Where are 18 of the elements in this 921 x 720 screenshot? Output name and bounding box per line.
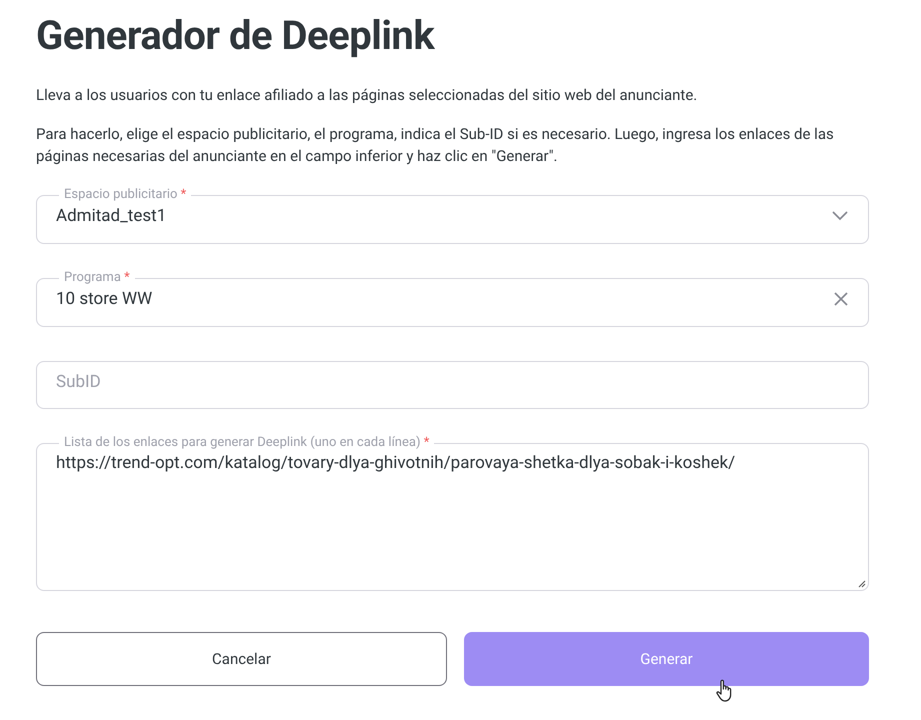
textarea-field[interactable]: Lista de los enlaces para generar Deeplink (uno en cada línea) * https://trend-opt.com/katalog/tovary-dlya-ghivotnih/parovaya-shetka-dlya-sobak-i-koshek/ [36,436,869,591]
page-title: Generador de Deeplink [36,14,436,58]
close-icon[interactable] [833,291,849,307]
description-text: Para hacerlo, elige el espacio publicitario, el programa, indica el Sub-ID si es necesario. Luego, ingresa los enlaces de las páginas necesarias del anunciante en el campo inferior y haz clic en "Generar". [36,124,835,167]
hand-cursor-icon [716,679,734,703]
field-label: Programa * [64,270,130,285]
select-field[interactable]: Espacio publicitario * Admitad_test1 [36,188,869,244]
field-label: Espacio publicitario * [64,187,186,202]
text-input[interactable]: 10 store WW [56,285,833,313]
text-input[interactable]: SubID [56,368,849,396]
input-field[interactable]: SubID [36,361,869,409]
field-label: Lista de los enlaces para generar Deeplink (uno en cada línea) * [64,435,430,450]
combobox-field[interactable]: Programa * 10 store WW [36,271,869,327]
text-input[interactable]: Admitad_test1 [56,202,831,230]
resize-handle-icon[interactable] [858,580,866,588]
cancel-button[interactable]: Cancelar [36,632,447,686]
textarea-input[interactable]: https://trend-opt.com/katalog/tovary-dlya-ghivotnih/parovaya-shetka-dlya-sobak-i-koshek/ [56,450,849,577]
description-text: Lleva a los usuarios con tu enlace afiliado a las páginas seleccionadas del sitio web del anunciante. [36,85,698,106]
